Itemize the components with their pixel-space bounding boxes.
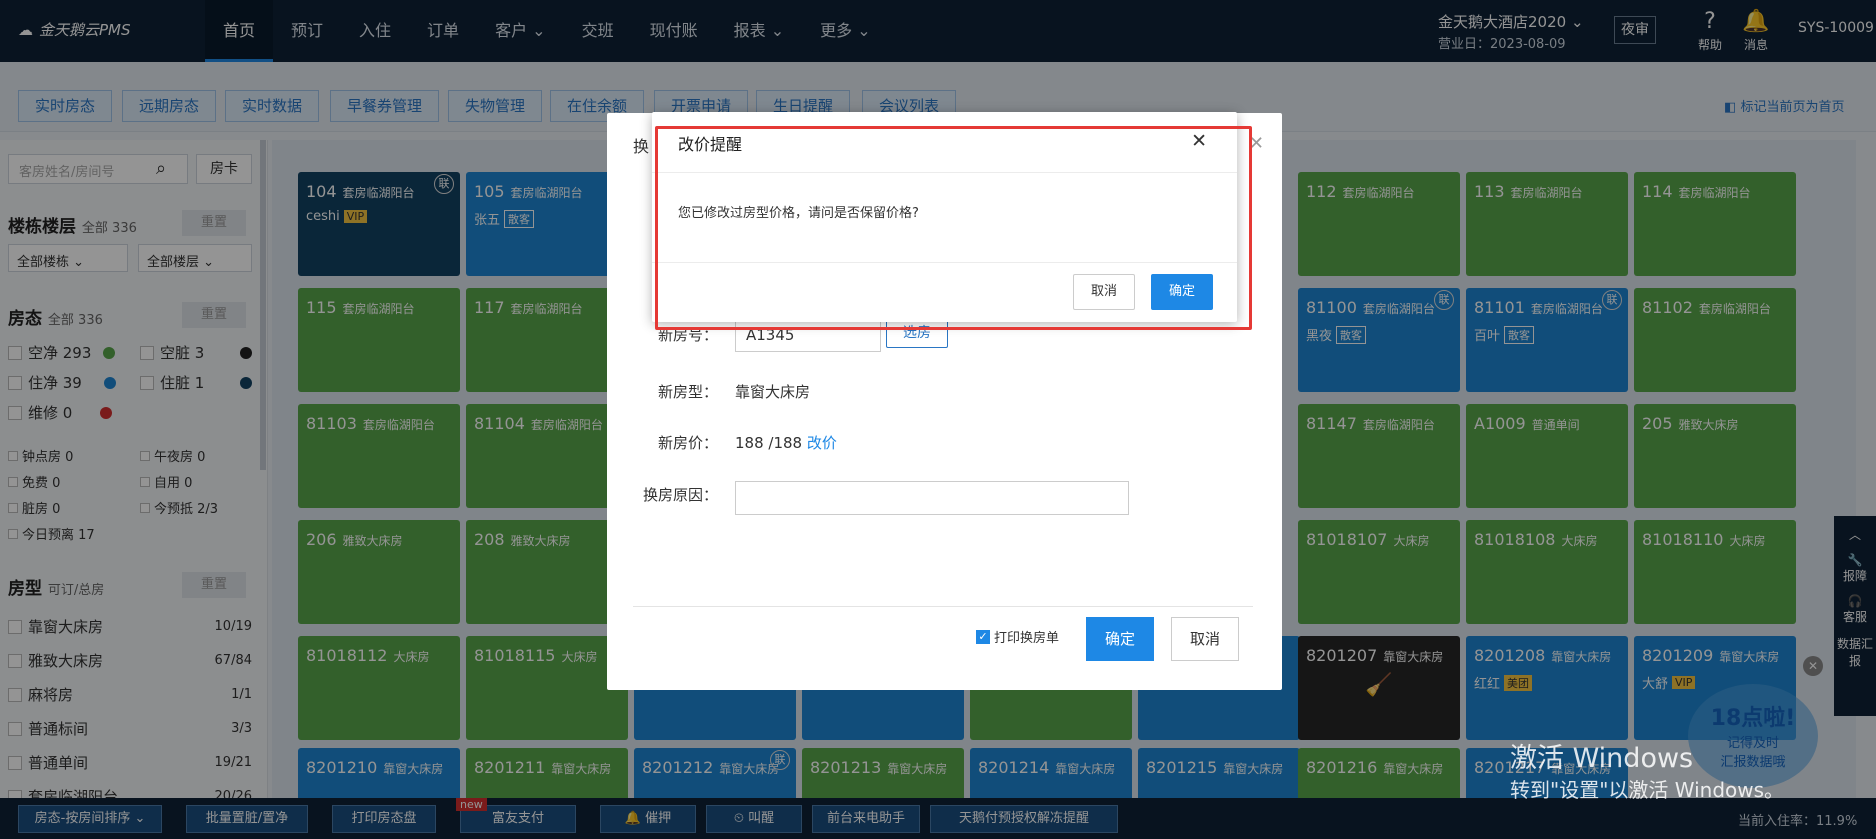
highlight-box: [655, 126, 1252, 330]
change-price-link[interactable]: 改价: [807, 434, 837, 452]
new-price-row: 188 /188 改价: [735, 432, 837, 453]
print-slip-label: 打印换房单: [994, 631, 1060, 646]
new-type-value: 靠窗大床房: [735, 383, 811, 401]
reason-label: 换房原因：: [642, 486, 718, 504]
reason-input[interactable]: [735, 481, 1129, 515]
change-room-ok-button[interactable]: 确定: [1086, 617, 1154, 661]
change-room-cancel-button[interactable]: 取消: [1171, 617, 1239, 661]
print-slip-checkbox[interactable]: ✓ 打印换房单: [976, 627, 1059, 646]
check-icon: ✓: [976, 629, 990, 644]
new-type-label: 新房型：: [657, 383, 718, 401]
new-price-label: 新房价：: [657, 434, 718, 452]
activation-watermark-subtitle: 转到"设置"以激活 Windows。: [1510, 778, 1785, 802]
activation-watermark-title: 激活 Windows: [1510, 743, 1694, 774]
new-price-value: 188 /188: [735, 434, 803, 452]
divider: [633, 606, 1253, 607]
change-room-title: 换: [633, 137, 650, 156]
